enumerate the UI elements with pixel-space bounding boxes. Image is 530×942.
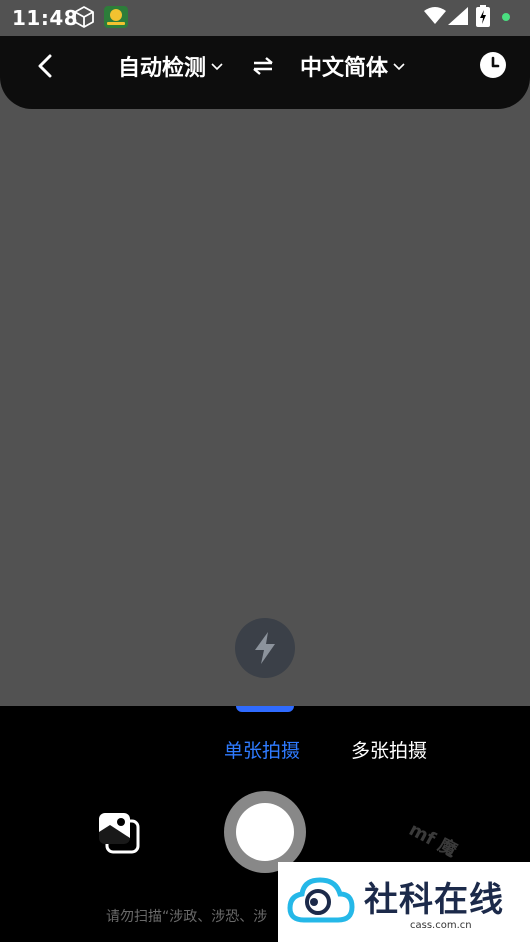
- watermark-domain: cass.com.cn: [410, 920, 472, 931]
- notification-dot-icon: [502, 13, 510, 21]
- shutter-button[interactable]: [224, 791, 306, 873]
- flash-button[interactable]: [235, 618, 295, 678]
- app-icon: [104, 6, 128, 28]
- battery-icon: [476, 5, 490, 27]
- swap-languages-button[interactable]: [250, 52, 276, 80]
- cube-icon: [74, 6, 94, 28]
- status-bar: 11:48: [0, 0, 530, 36]
- target-language-selector[interactable]: 中文简体: [300, 50, 405, 82]
- tab-multi-shot[interactable]: 多张拍摄: [351, 736, 427, 763]
- watermark-title: 社科在线: [364, 880, 504, 920]
- top-bar: 自动检测 中文简体: [0, 36, 530, 109]
- cloud-logo-icon: [287, 877, 355, 923]
- history-icon[interactable]: [479, 51, 507, 79]
- back-button[interactable]: [30, 50, 60, 82]
- notice-text: 请勿扫描“涉政、涉恐、涉: [106, 909, 268, 925]
- flash-icon: [255, 632, 275, 664]
- watermark-logo: 社科在线 cass.com.cn: [278, 862, 530, 942]
- gallery-icon[interactable]: [96, 810, 142, 856]
- swap-icon: [253, 57, 273, 75]
- chevron-down-icon: [211, 63, 223, 71]
- signal-icon: [448, 7, 468, 25]
- tab-single-shot[interactable]: 单张拍摄: [224, 736, 300, 763]
- source-language-label: 自动检测: [118, 56, 207, 81]
- target-language-label: 中文简体: [300, 56, 389, 81]
- status-time: 11:48: [12, 6, 79, 30]
- chevron-down-icon: [393, 63, 405, 71]
- source-language-selector[interactable]: 自动检测: [118, 50, 223, 82]
- wifi-icon: [424, 7, 446, 24]
- back-icon: [38, 54, 52, 78]
- mode-indicator: [236, 706, 294, 712]
